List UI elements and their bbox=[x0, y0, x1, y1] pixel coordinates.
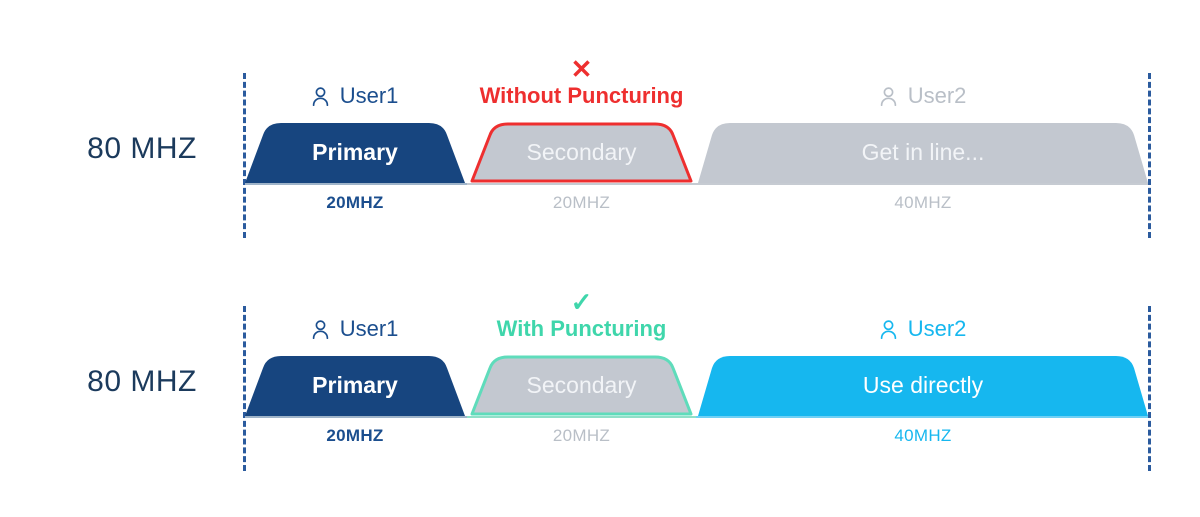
status-mark-row2: ✓ bbox=[469, 288, 694, 316]
check-icon: ✓ bbox=[570, 287, 593, 317]
row-without-puncturing: 80 MHZ User1 Primary 20MHZ ✕ Without Pun… bbox=[0, 55, 1200, 240]
user-icon bbox=[312, 86, 329, 112]
channel-primary-user-row2: User1 bbox=[245, 316, 465, 345]
channel-primary-shape-row1 bbox=[245, 121, 465, 183]
channel-primary-row2[interactable]: User1 Primary 20MHZ bbox=[245, 288, 465, 473]
channel-secondary-width-row2: 20MHZ bbox=[552, 426, 611, 445]
diagram-canvas: 80 MHZ User1 Primary 20MHZ ✕ Without Pun… bbox=[0, 0, 1200, 517]
channel-secondary-row2[interactable]: ✓ With Puncturing Secondary 20MHZ bbox=[469, 288, 694, 473]
banner-row2: With Puncturing bbox=[469, 316, 694, 342]
channel-wide-width-row1: 40MHZ bbox=[894, 193, 952, 212]
cross-icon: ✕ bbox=[570, 54, 593, 84]
channel-wide-row2[interactable]: User2 Use directly 40MHZ bbox=[698, 288, 1148, 473]
user-icon bbox=[312, 319, 329, 345]
banner-row1: Without Puncturing bbox=[469, 83, 694, 109]
channel-secondary-row1[interactable]: ✕ Without Puncturing Secondary 20MHZ bbox=[469, 55, 694, 240]
banner-label-row2: With Puncturing bbox=[496, 316, 667, 341]
channel-secondary-width-row1: 20MHZ bbox=[552, 193, 611, 212]
user-icon bbox=[880, 86, 897, 112]
channel-primary-user-label-row1: User1 bbox=[339, 83, 399, 108]
channel-wide-user-row1: User2 bbox=[698, 83, 1148, 112]
channel-primary-user-row1: User1 bbox=[245, 83, 465, 112]
banner-label-row1: Without Puncturing bbox=[479, 83, 684, 108]
status-mark-row1: ✕ bbox=[469, 55, 694, 83]
channel-primary-width-row2: 20MHZ bbox=[326, 426, 384, 445]
channel-wide-width-row2: 40MHZ bbox=[894, 426, 952, 445]
channel-wide-shape-row1 bbox=[698, 121, 1148, 183]
channel-primary-width-row1: 20MHZ bbox=[326, 193, 384, 212]
channel-primary-row1[interactable]: User1 Primary 20MHZ bbox=[245, 55, 465, 240]
channel-primary-user-label-row2: User1 bbox=[339, 316, 399, 341]
channel-secondary-shape-row2 bbox=[469, 354, 694, 416]
user-icon bbox=[880, 319, 897, 345]
channel-primary-shape-row2 bbox=[245, 354, 465, 416]
channel-group-row1: User1 Primary 20MHZ ✕ Without Puncturing bbox=[0, 55, 1200, 240]
channel-group-row2: User1 Primary 20MHZ ✓ With Puncturing Se… bbox=[0, 288, 1200, 473]
channel-wide-user-row2: User2 bbox=[698, 316, 1148, 345]
channel-wide-row1[interactable]: User2 Get in line... 40MHZ bbox=[698, 55, 1148, 240]
channel-wide-user-label-row2: User2 bbox=[907, 316, 967, 341]
channel-wide-shape-row2 bbox=[698, 354, 1148, 416]
channel-wide-user-label-row1: User2 bbox=[907, 83, 967, 108]
channel-secondary-shape-row1 bbox=[469, 121, 694, 183]
row-with-puncturing: 80 MHZ User1 Primary 20MHZ ✓ With Punctu… bbox=[0, 288, 1200, 473]
